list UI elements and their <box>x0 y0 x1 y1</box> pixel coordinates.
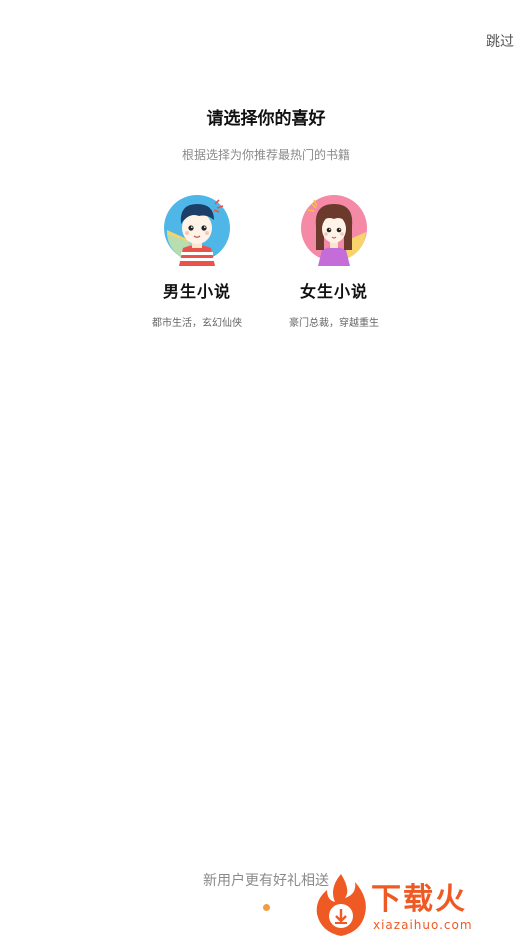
page-indicator-dot-active <box>262 904 270 911</box>
boy-avatar-icon <box>164 195 230 266</box>
watermark-logo: 下载火 xiazaihuo.com <box>311 872 526 938</box>
skip-button[interactable]: 跳过 <box>486 31 514 51</box>
watermark-brand: 下载火 <box>371 882 467 917</box>
watermark-url: xiazaihuo.com <box>373 918 473 932</box>
male-novel-desc: 都市生活，玄幻仙侠 <box>152 318 242 329</box>
female-novel-desc: 豪门总裁，穿越重生 <box>289 318 379 329</box>
female-novel-label: 女生小说 <box>299 282 368 301</box>
page-subtitle: 根据选择为你推荐最热门的书籍 <box>181 148 350 162</box>
preference-screen: 跳过 请选择你的喜好 根据选择为你推荐最热门的书籍 男生小说 都市生活，玄幻仙侠… <box>0 0 532 944</box>
girl-avatar-icon <box>301 195 367 266</box>
male-novel-label: 男生小说 <box>162 282 231 301</box>
page-title: 请选择你的喜好 <box>206 109 326 129</box>
female-novel-option[interactable]: 女生小说 豪门总裁，穿越重生 <box>259 190 409 329</box>
male-novel-option[interactable]: 男生小说 都市生活，玄幻仙侠 <box>122 190 272 329</box>
flame-logo-icon <box>316 874 366 936</box>
